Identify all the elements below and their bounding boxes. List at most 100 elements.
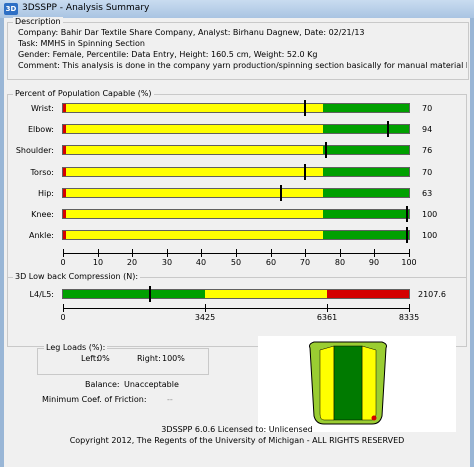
compression-group-label: 3D Low back Compression (N): [13,272,141,281]
compression-bar [62,289,410,299]
balance-value: Unacceptable [124,380,179,389]
hip-bar [62,188,410,198]
knee-marker [406,206,408,222]
ankle-red-zone [63,231,67,239]
description-group-label: Description [13,17,63,26]
population-tick-label: 80 [334,258,346,267]
population-tick [305,249,306,257]
compression-tick-label: 8335 [398,313,420,322]
analysis-summary-window: 3D 3DSSPP - Analysis Summary Description… [0,0,474,467]
balance-label: Balance: [85,380,120,389]
compression-tick [409,304,410,312]
population-tick-label: 20 [126,258,138,267]
population-tick [374,249,375,257]
knee-bar [62,209,410,219]
elbow-marker [387,121,390,137]
description-task-line: Task: MMHS in Spinning Section [18,39,145,48]
population-tick [98,249,99,257]
hip-green-zone [322,189,409,197]
wrist-green-zone [322,104,409,112]
shoulder-marker [324,142,327,158]
copyright-text: Copyright 2012, The Regents of the Unive… [69,436,405,445]
knee-red-zone [63,210,67,218]
elbow-label: Elbow: [27,125,54,134]
population-tick-label: 90 [368,258,380,267]
compression-tick [327,304,328,312]
hip-value: 63 [422,189,433,198]
population-tick [271,249,272,257]
compression-tick [63,304,64,312]
population-capable-group [7,94,467,278]
population-tick [63,249,64,257]
ankle-green-zone [322,231,409,239]
population-tick-label: 30 [161,258,173,267]
shoulder-label: Shoulder: [15,146,54,155]
population-tick-label: 70 [299,258,311,267]
leg-loads-label: Leg Loads (%): [44,343,108,352]
leg-loads-right-label: Right: [137,354,161,363]
compression-zone-0 [63,290,206,298]
hip-label: Hip: [37,189,54,198]
compression-axis-line [63,308,409,309]
elbow-green-zone [322,125,409,133]
compression-tick-label: 3425 [194,313,216,322]
population-tick [132,249,133,257]
population-tick-label: 50 [230,258,242,267]
description-company-line: Company: Bahir Dar Textile Share Company… [18,28,365,37]
population-tick-label: 60 [265,258,277,267]
compression-tick [205,304,206,312]
shoulder-red-zone [63,146,67,154]
license-text: 3DSSPP 6.0.6 Licensed to: Unlicensed [161,425,313,434]
torso-label: Torso: [30,168,54,177]
population-tick-label: 0 [60,258,66,267]
compression-tick-label: 6361 [316,313,338,322]
ankle-value: 100 [422,231,438,240]
leg-loads-left-value: 0% [97,354,110,363]
compression-row-label: L4/L5: [29,290,54,299]
wrist-label: Wrist: [30,104,54,113]
torso-value: 70 [422,168,433,177]
title-bar[interactable]: 3D 3DSSPP - Analysis Summary [0,0,474,18]
population-tick [167,249,168,257]
knee-green-zone [322,210,409,218]
population-tick [236,249,237,257]
compression-zone-2 [327,290,409,298]
population-tick-label: 40 [195,258,207,267]
torso-red-zone [63,168,67,176]
wrist-bar [62,103,410,113]
population-tick-label: 10 [92,258,104,267]
friction-label: Minimum Coef. of Friction: [42,395,147,404]
ankle-bar [62,230,410,240]
app-icon: 3D [4,3,18,15]
foot-support-diagram [309,341,387,425]
wrist-red-zone [63,104,67,112]
population-tick [409,249,410,257]
description-gender-line: Gender: Female, Percentile: Data Entry, … [18,50,318,59]
description-comment-line: Comment: This analysis is done in the co… [18,61,467,70]
elbow-red-zone [63,125,67,133]
ankle-label: Ankle: [28,231,54,240]
compression-marker [149,286,152,302]
compression-value: 2107.6 [418,290,446,299]
population-tick-label: 100 [401,258,417,267]
leg-loads-right-value: 100% [162,354,185,363]
population-tick [340,249,341,257]
knee-value: 100 [422,210,438,219]
torso-bar [62,167,410,177]
shoulder-bar [62,145,410,155]
population-tick [201,249,202,257]
compression-zone-1 [205,290,328,298]
elbow-bar [62,124,410,134]
torso-marker [304,164,307,180]
shoulder-value: 76 [422,146,433,155]
wrist-value: 70 [422,104,433,113]
friction-value: -- [167,395,173,404]
center-of-pressure-dot [371,415,377,421]
population-group-label: Percent of Population Capable (%) [13,89,154,98]
shoulder-green-zone [322,146,409,154]
wrist-marker [304,100,307,116]
window-title: 3DSSPP - Analysis Summary [22,3,150,13]
hip-red-zone [63,189,67,197]
compression-tick-label: 0 [60,313,66,322]
balance-graphic [258,336,456,432]
